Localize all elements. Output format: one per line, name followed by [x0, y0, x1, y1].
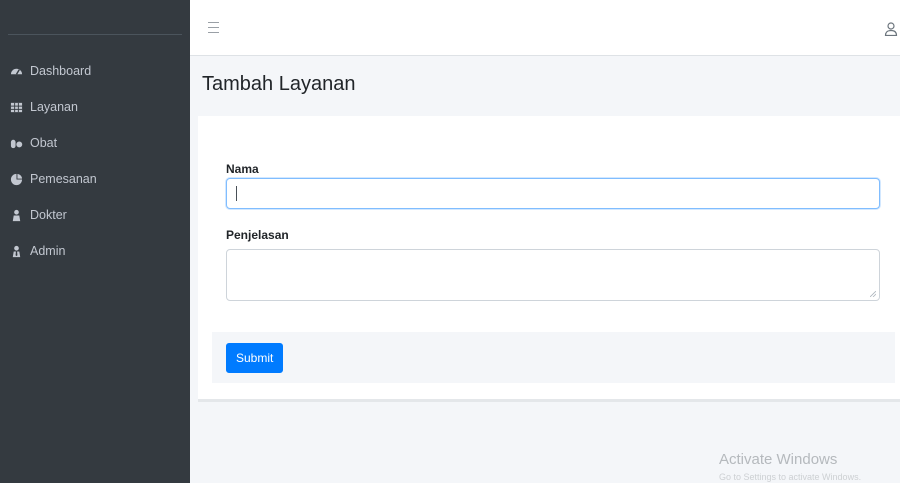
nama-label: Nama — [226, 162, 259, 176]
sidebar-nav: Dashboard Layanan Obat Pemesanan Dokter — [0, 35, 190, 269]
resize-handle-icon[interactable] — [870, 291, 876, 297]
brand-area — [8, 0, 182, 35]
content-header: Tambah Layanan — [190, 56, 900, 116]
sidebar-item-layanan[interactable]: Layanan — [0, 89, 190, 125]
penjelasan-textarea[interactable] — [226, 249, 880, 301]
sidebar-item-label: Layanan — [30, 100, 78, 114]
user-icon[interactable] — [884, 22, 898, 37]
pills-icon — [10, 137, 23, 150]
text-caret — [236, 186, 237, 201]
table-icon — [10, 101, 23, 114]
sidebar-item-pemesanan[interactable]: Pemesanan — [0, 161, 190, 197]
sidebar-item-label: Admin — [30, 244, 66, 258]
sidebar-item-obat[interactable]: Obat — [0, 125, 190, 161]
pie-chart-icon — [10, 173, 23, 186]
page-title: Tambah Layanan — [202, 73, 356, 95]
user-tie-icon — [10, 245, 23, 258]
sidebar-item-label: Obat — [30, 136, 58, 150]
card-footer: Submit — [212, 332, 895, 383]
activate-windows-subtitle: Go to Settings to activate Windows. — [719, 472, 862, 482]
submit-button[interactable]: Submit — [226, 343, 284, 373]
sidebar-item-label: Dashboard — [30, 64, 92, 78]
sidebar-item-label: Dokter — [30, 208, 67, 222]
sidebar: Dashboard Layanan Obat Pemesanan Dokter — [0, 0, 190, 483]
penjelasan-label: Penjelasan — [226, 228, 289, 242]
tachometer-icon — [10, 65, 23, 78]
nama-input[interactable] — [226, 178, 880, 209]
sidebar-item-dashboard[interactable]: Dashboard — [0, 53, 190, 89]
sidebar-item-label: Pemesanan — [30, 172, 97, 186]
top-navbar — [190, 0, 900, 56]
user-md-icon — [10, 209, 23, 222]
hamburger-icon[interactable] — [208, 22, 219, 33]
activate-windows-title: Activate Windows — [719, 451, 838, 468]
form-card: Nama Penjelasan Submit — [198, 116, 900, 402]
sidebar-item-dokter[interactable]: Dokter — [0, 197, 190, 233]
sidebar-item-admin[interactable]: Admin — [0, 233, 190, 269]
